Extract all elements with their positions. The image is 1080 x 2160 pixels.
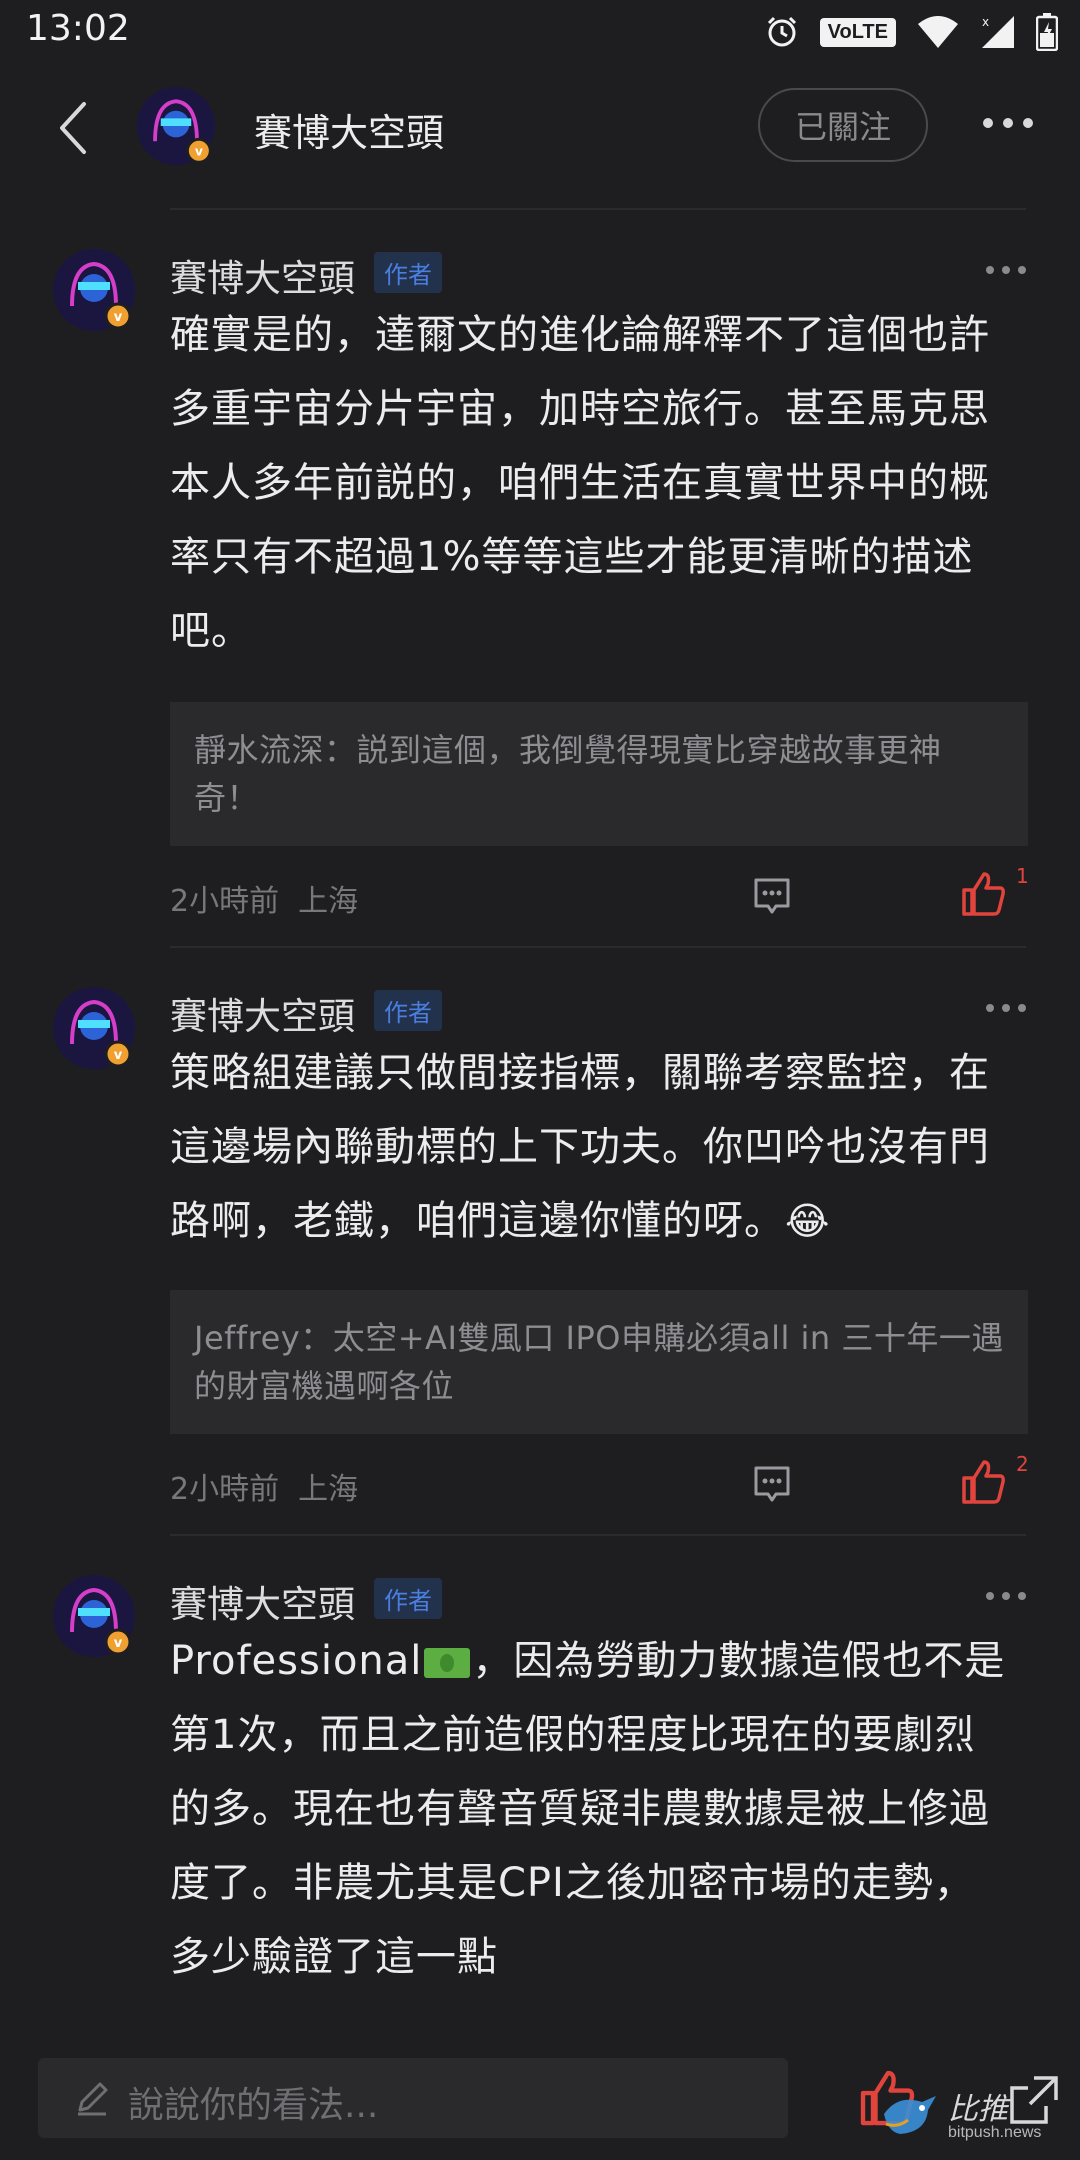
status-time: 13:02: [26, 8, 130, 49]
more-dots-icon[interactable]: [984, 1002, 1028, 1014]
comment-text-line: 路啊，老鐵，咱們這邊你懂的呀。😂: [170, 1184, 1020, 1258]
volte-badge: VoLTE: [819, 17, 896, 47]
header-divider: [170, 208, 1026, 210]
pen-icon: [78, 2082, 108, 2116]
comment-text-line: 的多。現在也有聲音質疑非農數據是被上修過: [170, 1786, 990, 1832]
thumbs-up-icon: [962, 872, 1005, 916]
more-dots-icon[interactable]: [984, 1590, 1028, 1602]
alarm-icon: [767, 16, 796, 47]
more-dots-icon[interactable]: [984, 264, 1028, 276]
battery-icon: [1036, 13, 1058, 51]
input-placeholder: 說說你的看法...: [128, 2085, 379, 2126]
share-icon[interactable]: [1006, 2072, 1062, 2128]
more-dots-icon[interactable]: [980, 108, 1036, 138]
quoted-comment[interactable]: 靜水流深：説到這個，我倒覺得現實比穿越故事更神奇！: [170, 702, 1028, 846]
comment-text-line: 率只有不超過1%等等這些才能更清晰的描述: [170, 534, 974, 580]
comment-location: 上海: [298, 884, 359, 919]
svg-text:v: v: [195, 145, 203, 159]
avatar[interactable]: v: [52, 1574, 136, 1658]
quoted-comment[interactable]: Jeffrey：太空+AI雙風口 IPO申購必須all in 三十年一遇的財富機…: [170, 1290, 1028, 1434]
comment-text-line: 度了。非農尤其是CPI之後加密市場的走勢，: [170, 1860, 975, 1906]
comment-text-line: 本人多年前説的，咱們生活在真實世界中的概: [170, 460, 990, 506]
comment-text-line: 吧。: [170, 608, 252, 654]
comment-meta: 2小時前 上海: [170, 1464, 358, 1508]
signal-icon: x: [982, 15, 1014, 48]
bird-logo-icon: [884, 2096, 936, 2134]
reply-icon[interactable]: [752, 876, 792, 916]
comment-text-segment: ，因為勞動力數據造假也不是: [472, 1638, 1006, 1684]
watermark-name: 比推: [948, 2092, 1008, 2127]
comment-divider: [170, 1534, 1026, 1536]
comment-text-line: 策略組建議只做間接指標，關聯考察監控，在: [170, 1050, 990, 1096]
comment-text-line: 多重宇宙分片宇宙，加時空旅行。甚至馬克思: [170, 386, 990, 432]
comment-location: 上海: [298, 1472, 359, 1507]
comment-text-line: 第1次，而且之前造假的程度比現在的要劇烈: [170, 1712, 976, 1758]
comment-input[interactable]: 說說你的看法...: [38, 2058, 788, 2138]
like-button[interactable]: 1: [960, 864, 1030, 920]
comment-meta: 2小時前 上海: [170, 876, 358, 920]
comment-text-line: 這邊場內聯動標的上下功夫。你凹吟也沒有門: [170, 1124, 990, 1170]
comment-author-name[interactable]: 賽博大空頭: [170, 1574, 355, 1628]
avatar[interactable]: v: [136, 86, 216, 166]
comment-time: 2小時前: [170, 1472, 280, 1507]
like-button[interactable]: 2: [960, 1452, 1030, 1508]
comment-text: Professional ，因為勞動力數據造假也不是 第1次，而且之前造假的程度比…: [170, 1624, 1020, 1994]
reply-icon[interactable]: [752, 1464, 792, 1504]
status-bar: 13:02 VoLTE x: [0, 0, 1080, 62]
money-emoji-icon: [424, 1648, 471, 1678]
wifi-icon: [918, 16, 958, 48]
avatar[interactable]: v: [52, 986, 136, 1070]
svg-text:v: v: [114, 1048, 123, 1063]
svg-text:v: v: [114, 1636, 123, 1651]
laughing-emoji-icon: 😂: [785, 1199, 831, 1243]
comment-text-line: 多少驗證了這一點: [170, 1934, 498, 1980]
header-user-name: 賽博大空頭: [254, 111, 445, 155]
like-count: 1: [1016, 864, 1029, 888]
comment-author-name[interactable]: 賽博大空頭: [170, 248, 355, 302]
like-count: 2: [1016, 1452, 1029, 1476]
status-icons: VoLTE x: [764, 10, 1058, 54]
comment-text-segment: 路啊，老鐵，咱們這邊你懂的呀。: [170, 1198, 785, 1244]
profile-header: v 賽博大空頭 已關注: [0, 62, 1080, 208]
comment-text: 策略組建議只做間接指標，關聯考察監控，在 這邊場內聯動標的上下功夫。你凹吟也沒有…: [170, 1036, 1020, 1258]
author-badge: 作者: [374, 990, 442, 1031]
comment-text: 確實是的，達爾文的進化論解釋不了這個也許 多重宇宙分片宇宙，加時空旅行。甚至馬克…: [170, 298, 1020, 668]
comment-text-segment: Professional: [170, 1638, 423, 1684]
avatar[interactable]: v: [52, 248, 136, 332]
comment-text-line: 確實是的，達爾文的進化論解釋不了這個也許: [170, 312, 990, 358]
comment-time: 2小時前: [170, 884, 280, 919]
svg-text:x: x: [982, 15, 989, 29]
svg-text:v: v: [114, 310, 123, 325]
bottom-bar: 說說你的看法... 比推 bitpush.news: [0, 2040, 1080, 2160]
comment-author-name[interactable]: 賽博大空頭: [170, 986, 355, 1040]
comment-text-line: Professional ，因為勞動力數據造假也不是: [170, 1624, 1020, 1698]
comment-divider: [170, 946, 1026, 948]
comment-thread-page: 13:02 VoLTE x v 賽博大空頭 已關注 v 賽博大空頭 作者 確實是…: [0, 0, 1080, 2160]
author-badge: 作者: [374, 252, 442, 293]
author-badge: 作者: [374, 1578, 442, 1619]
back-arrow-icon[interactable]: [52, 98, 92, 158]
thumbs-up-icon: [962, 1460, 1005, 1504]
follow-button[interactable]: 已關注: [758, 88, 928, 162]
